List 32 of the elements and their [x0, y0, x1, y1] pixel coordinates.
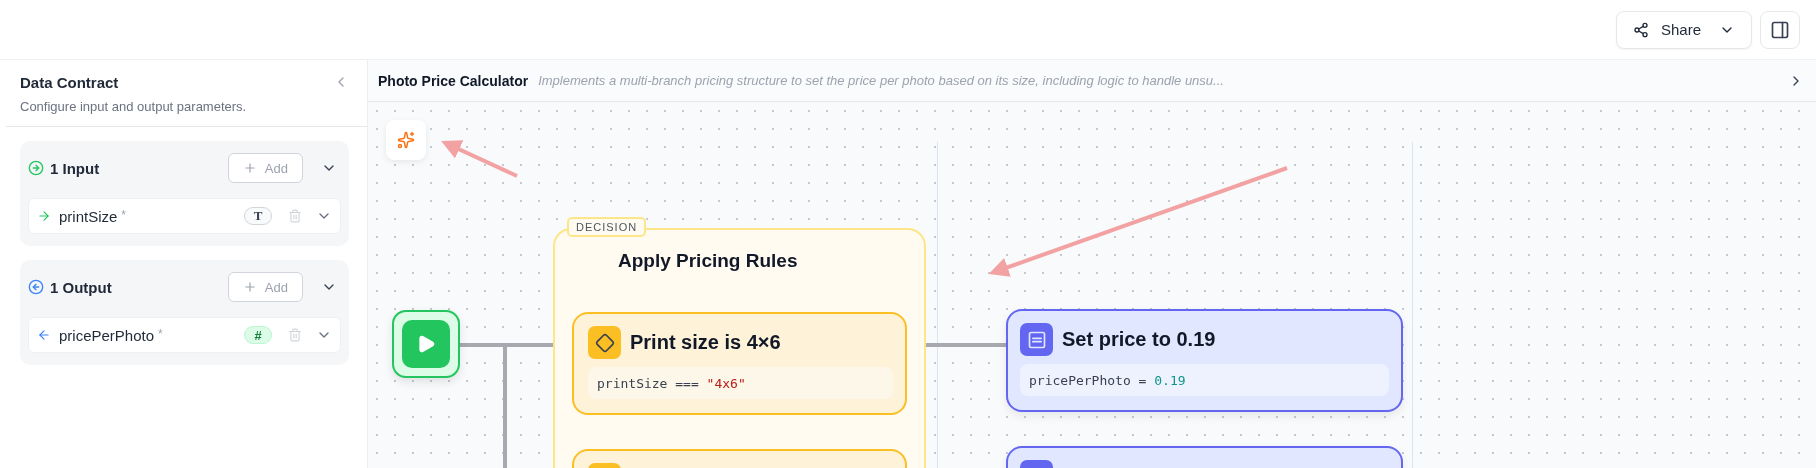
panel-title: Data Contract: [20, 74, 120, 91]
plus-icon: [242, 280, 257, 294]
circle-arrow-left-icon: [28, 279, 44, 295]
share-icon: [1632, 21, 1649, 38]
code-expression: printSize === "4x6": [588, 367, 893, 399]
flow-description: Implements a multi-branch pricing structure to set the price per photo based on its size, including logic to handle unsu...: [538, 73, 1225, 88]
start-node[interactable]: [392, 310, 460, 378]
parameter-name: pricePerPhoto *: [59, 326, 164, 344]
action-card[interactable]: Set price to 0.19 pricePerPhoto = 0.19: [1006, 309, 1403, 412]
section-title: 1 Output: [50, 278, 113, 296]
section-title: 1 Input: [50, 159, 101, 177]
parameter-row[interactable]: printSize * T: [28, 198, 341, 234]
condition-card[interactable]: Print size is 4×6 printSize === "4x6": [572, 312, 907, 415]
panel-toggle-icon[interactable]: [1760, 10, 1800, 49]
sparkles-icon[interactable]: [386, 120, 426, 160]
play-icon: [416, 334, 436, 354]
type-badge: #: [244, 326, 272, 344]
node-type-tag: DECISION: [567, 217, 647, 237]
panel-subtitle: Configure input and output parameters.: [20, 99, 247, 114]
arrow-left-icon: [37, 328, 51, 342]
parameter-name: printSize *: [59, 207, 128, 225]
type-badge: T: [244, 207, 272, 225]
share-button[interactable]: Share: [1615, 10, 1752, 49]
code-expression: pricePerPhoto = 0.19: [1020, 364, 1389, 396]
action-title: Set price to 0.19: [1062, 328, 1216, 351]
circle-arrow-right-icon: [28, 160, 44, 176]
plus-icon: [242, 161, 257, 175]
flow-title: Photo Price Calculator: [378, 72, 529, 89]
parameter-row[interactable]: pricePerPhoto * #: [28, 317, 341, 353]
condition-title: Print size is 4×6: [630, 331, 781, 354]
decision-title: Apply Pricing Rules: [617, 250, 799, 273]
equals-icon: [1020, 323, 1053, 356]
